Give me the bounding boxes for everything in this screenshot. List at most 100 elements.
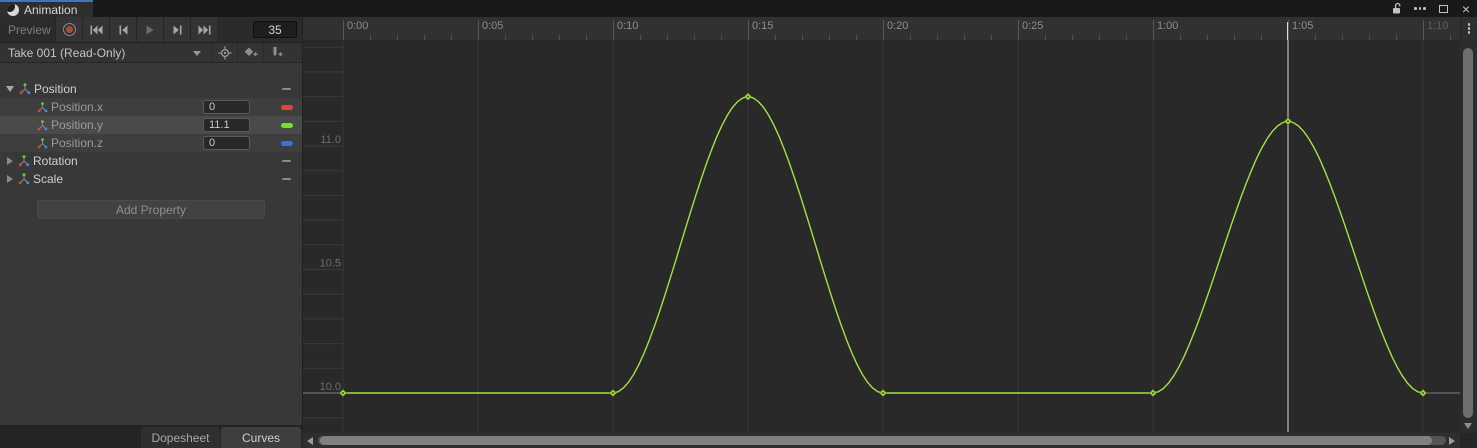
ruler-tick-major (1018, 20, 1019, 40)
ruler-tick-label: 1:00 (1157, 20, 1178, 32)
close-icon[interactable]: × (1459, 2, 1473, 16)
property-row-position-z[interactable]: Position.z 0 (0, 134, 302, 152)
tab-curves[interactable]: Curves (221, 427, 301, 448)
y-axis-tick-label: 10.0 (320, 381, 341, 393)
transform-icon (37, 102, 48, 113)
clip-dropdown[interactable]: Take 001 (Read-Only) (0, 43, 211, 62)
go-to-start-button[interactable] (82, 17, 109, 42)
curve-color-pill[interactable] (281, 141, 293, 146)
scroll-down-icon[interactable] (1464, 423, 1472, 429)
curve-canvas: 11.0 10.5 10.0 (303, 40, 1461, 432)
property-label: Rotation (33, 154, 78, 168)
ruler-tick-major (748, 20, 749, 40)
ruler-tick-major (478, 20, 479, 40)
skip-end-icon (198, 25, 211, 35)
value-field[interactable]: 0 (203, 100, 250, 114)
chevron-down-icon (193, 51, 201, 56)
ruler-tick-label: 0:00 (347, 20, 368, 32)
step-back-icon (119, 25, 128, 35)
scrollbar-corner (1460, 433, 1477, 448)
horizontal-scrollbar[interactable] (302, 433, 1460, 448)
window-tab-bar: Animation × (0, 0, 1477, 17)
foldout-collapsed-icon[interactable] (7, 175, 13, 183)
y-axis-tick-label: 11.0 (320, 134, 341, 146)
transform-icon (19, 83, 31, 95)
y-axis-tick-label: 10.5 (320, 258, 341, 270)
group-value-dash (282, 178, 291, 180)
foldout-collapsed-icon[interactable] (7, 157, 13, 165)
ruler-tick-label: 1:05 (1292, 20, 1313, 32)
skip-start-icon (90, 25, 103, 35)
playhead[interactable] (1287, 22, 1288, 40)
add-keyframe-button[interactable] (237, 43, 263, 62)
keyframe-record-button[interactable] (211, 43, 237, 62)
animation-window: Animation × Preview (0, 0, 1477, 448)
ruler-tick-major (613, 20, 614, 40)
ruler-tick-label: 0:05 (482, 20, 503, 32)
ruler-tick-label: 0:15 (752, 20, 773, 32)
add-keyframe-icon (243, 46, 258, 59)
group-value-dash (282, 88, 291, 90)
value-field[interactable]: 0 (203, 136, 250, 150)
ruler-tick-major (1153, 20, 1154, 40)
property-label: Scale (33, 172, 63, 186)
play-button[interactable] (136, 17, 163, 42)
kebab-icon (1468, 22, 1471, 36)
tab-dopesheet[interactable]: Dopesheet (141, 427, 220, 448)
maximize-icon[interactable] (1436, 2, 1450, 16)
ruler-tick-label: 1:10 (1427, 20, 1448, 32)
scroll-right-icon[interactable] (1449, 437, 1455, 445)
curve-editor[interactable]: 11.0 10.5 10.0 (302, 40, 1460, 432)
curve-color-pill[interactable] (281, 123, 293, 128)
group-value-dash (282, 160, 291, 162)
keyframe-target-icon (218, 46, 232, 60)
preview-label: Preview (8, 23, 51, 37)
property-row-rotation[interactable]: Rotation (0, 152, 302, 170)
window-controls: × (1390, 0, 1473, 17)
property-label: Position.z (51, 136, 103, 150)
ruler-menu-button[interactable] (1460, 17, 1477, 40)
go-to-end-button[interactable] (190, 17, 217, 42)
curve-color-pill[interactable] (281, 105, 293, 110)
ruler-tick-label: 0:25 (1022, 20, 1043, 32)
clip-selector-row: Take 001 (Read-Only) (0, 43, 302, 63)
tab-title: Animation (24, 3, 77, 17)
transform-icon (37, 120, 48, 131)
clip-name: Take 001 (Read-Only) (8, 46, 125, 60)
h-scroll-thumb[interactable] (320, 436, 1432, 445)
transform-icon (18, 173, 30, 185)
ruler-tick-label: 0:10 (617, 20, 638, 32)
previous-key-button[interactable] (109, 17, 136, 42)
v-scroll-thumb[interactable] (1463, 48, 1473, 418)
add-property-button[interactable]: Add Property (37, 200, 265, 219)
tab-animation[interactable]: Animation (0, 0, 93, 17)
ruler-tick-major (1423, 20, 1424, 40)
property-label: Position.y (51, 118, 103, 132)
transform-icon (18, 155, 30, 167)
h-scroll-track[interactable] (318, 436, 1446, 445)
record-button[interactable] (55, 17, 82, 42)
preview-toggle[interactable]: Preview (0, 17, 55, 42)
current-frame-field[interactable] (253, 21, 297, 38)
ruler-tick-major (343, 20, 344, 40)
ruler-tick-major (883, 20, 884, 40)
scroll-left-icon[interactable] (307, 437, 313, 445)
foldout-expanded-icon[interactable] (6, 86, 14, 92)
property-row-scale[interactable]: Scale (0, 170, 302, 188)
property-row-position[interactable]: Position (0, 80, 302, 98)
property-row-position-x[interactable]: Position.x 0 (0, 98, 302, 116)
record-icon (63, 23, 76, 36)
window-menu-kebab-icon[interactable] (1413, 2, 1427, 16)
add-event-button[interactable] (263, 43, 289, 62)
next-key-button[interactable] (163, 17, 190, 42)
property-label: Position (34, 82, 77, 96)
property-label: Position.x (51, 100, 103, 114)
vertical-scrollbar[interactable] (1460, 40, 1477, 433)
value-field[interactable]: 11.1 (203, 118, 250, 132)
play-icon (146, 25, 154, 35)
property-row-position-y[interactable]: Position.y 11.1 (0, 116, 302, 134)
unlock-icon[interactable] (1390, 2, 1404, 16)
ruler-tick-label: 0:20 (887, 20, 908, 32)
transform-icon (37, 138, 48, 149)
view-mode-bar: Dopesheet Curves (0, 425, 302, 448)
